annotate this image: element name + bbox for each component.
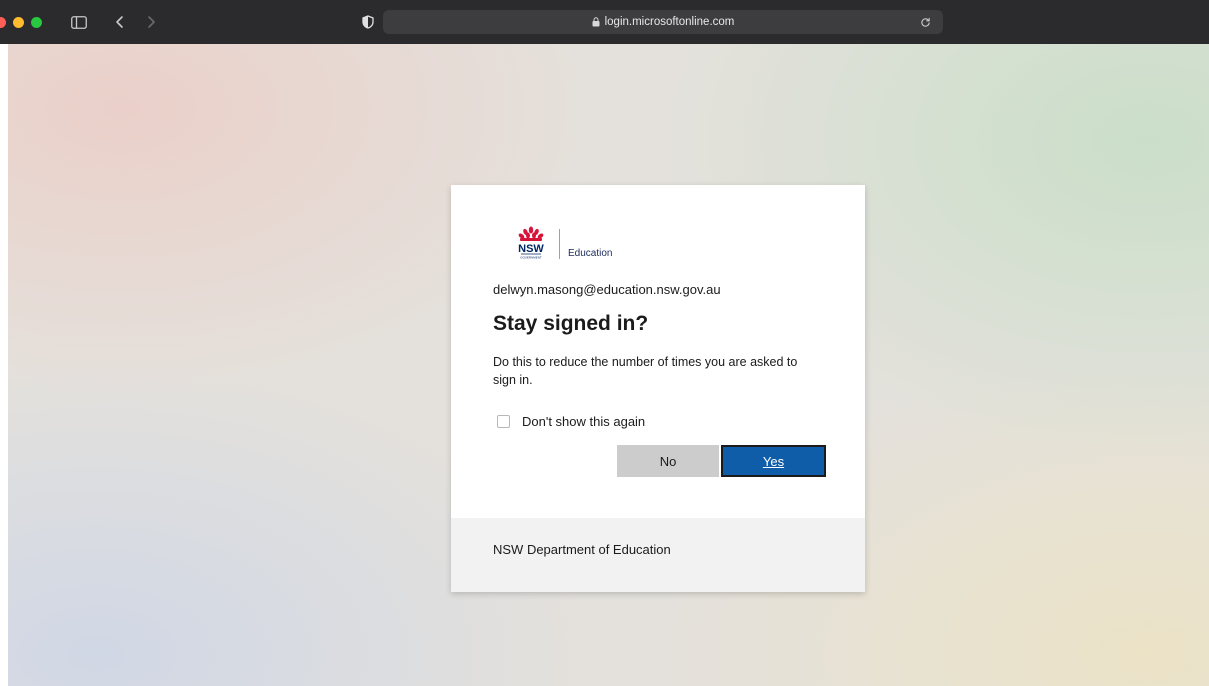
footer-org-name: NSW Department of Education — [493, 542, 671, 557]
privacy-shield-icon[interactable] — [355, 11, 381, 33]
address-bar[interactable]: login.microsoftonline.com — [383, 10, 943, 34]
waratah-logo-icon: NSW GOVERNMENT — [518, 226, 544, 260]
description-text: Do this to reduce the number of times yo… — [493, 355, 798, 387]
zoom-window-button[interactable] — [31, 17, 42, 28]
dont-show-again-label[interactable]: Don't show this again — [522, 414, 645, 429]
dont-show-again-checkbox[interactable] — [497, 415, 510, 428]
sign-in-card: NSW GOVERNMENT Education delwyn.masong@e… — [451, 185, 865, 592]
reload-icon[interactable] — [915, 12, 935, 32]
yes-button[interactable]: Yes — [721, 445, 826, 477]
card-footer: NSW Department of Education — [451, 518, 865, 592]
minimize-window-button[interactable] — [13, 17, 24, 28]
page-edge — [0, 44, 8, 686]
account-email: delwyn.masong@education.nsw.gov.au — [493, 282, 721, 297]
no-button[interactable]: No — [617, 445, 719, 477]
logo-divider — [559, 229, 560, 259]
dont-show-again-row[interactable]: Don't show this again — [497, 414, 645, 429]
nsw-education-logo: NSW GOVERNMENT Education — [508, 225, 638, 261]
logo-dept-text: Education — [568, 248, 613, 259]
logo-mark-subtext: GOVERNMENT — [520, 256, 542, 260]
forward-icon[interactable] — [138, 11, 164, 33]
close-window-button[interactable] — [0, 17, 6, 28]
logo-mark-text: NSW — [518, 243, 544, 255]
url-text: login.microsoftonline.com — [604, 16, 735, 28]
sidebar-icon[interactable] — [66, 11, 92, 33]
lock-icon — [592, 17, 600, 27]
back-icon[interactable] — [107, 11, 133, 33]
page-title: Stay signed in? — [493, 312, 649, 335]
browser-toolbar: login.microsoftonline.com — [0, 0, 1209, 44]
